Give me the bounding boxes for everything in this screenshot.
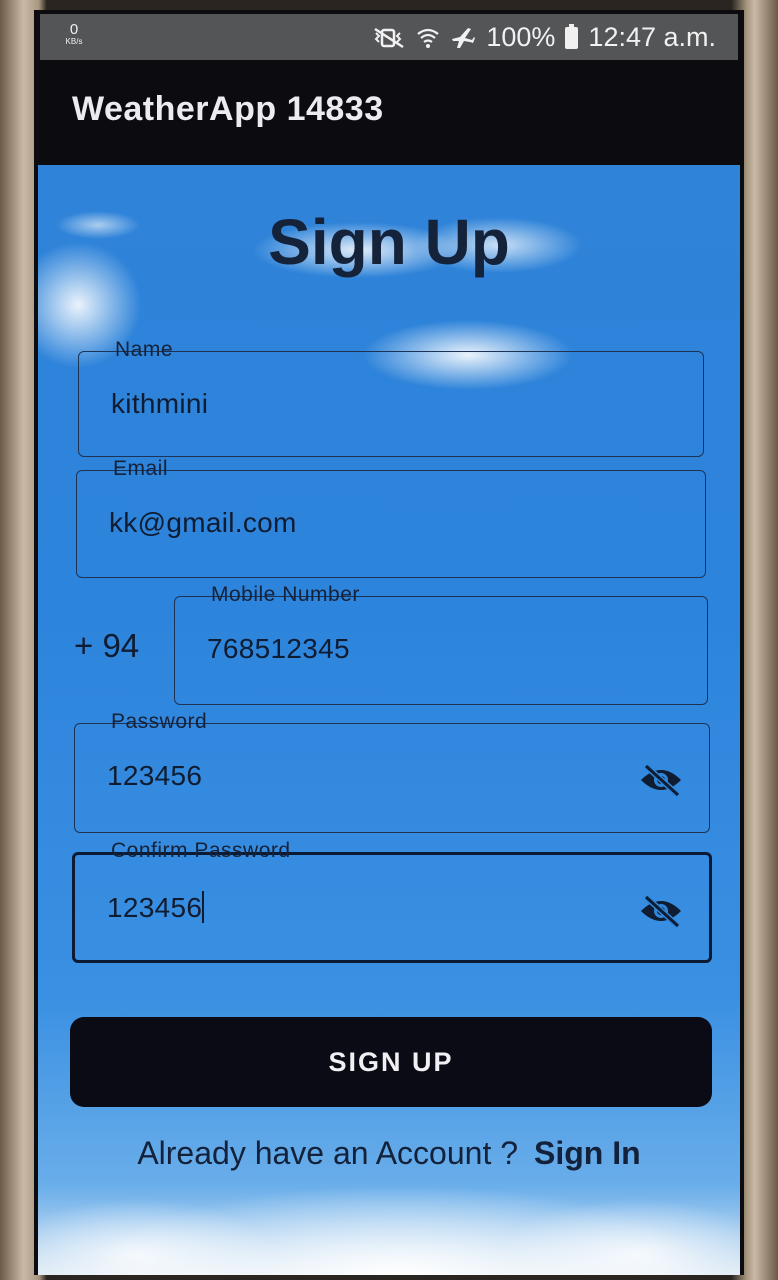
sign-in-link[interactable]: Sign In	[534, 1135, 641, 1171]
mobile-number-field-label: Mobile Number	[211, 583, 360, 606]
confirm-password-field[interactable]: Confirm Password 123456	[72, 839, 712, 963]
app-title: WeatherApp 14833	[72, 90, 384, 128]
signup-screen: Sign Up Name kithmini Email kk@gmail.com…	[38, 165, 740, 1275]
status-bar: 0 KB/s 100% 12:47 a.m.	[40, 14, 738, 60]
mute-vibrate-icon	[372, 27, 406, 49]
password-field[interactable]: Password 123456	[74, 710, 710, 833]
name-field-label: Name	[115, 338, 174, 361]
email-field-label: Email	[113, 457, 169, 480]
status-time: 12:47 a.m.	[588, 22, 716, 52]
name-field[interactable]: Name kithmini	[78, 338, 704, 457]
battery-percent: 100%	[486, 22, 556, 52]
network-speed: 0 KB/s	[60, 22, 88, 46]
device-screen: 0 KB/s 100% 12:47 a.m. WeatherApp 14833 …	[34, 10, 744, 1275]
name-input[interactable]: kithmini	[111, 388, 208, 420]
email-field[interactable]: Email kk@gmail.com	[76, 457, 706, 578]
email-input[interactable]: kk@gmail.com	[109, 507, 297, 539]
sign-in-prompt-text: Already have an Account ?	[137, 1135, 519, 1171]
confirm-password-field-label: Confirm Password	[111, 839, 291, 862]
phone-frame: 0 KB/s 100% 12:47 a.m. WeatherApp 14833 …	[0, 0, 778, 1280]
network-speed-value: 0	[69, 21, 79, 38]
password-input[interactable]: 123456	[107, 760, 202, 792]
wifi-icon	[416, 27, 440, 49]
sign-up-button[interactable]: SIGN UP	[70, 1017, 712, 1107]
mobile-number-field[interactable]: Mobile Number 768512345	[174, 583, 708, 705]
password-field-label: Password	[111, 710, 208, 733]
eye-off-icon[interactable]	[637, 891, 685, 931]
text-caret	[202, 891, 205, 923]
airplane-mode-icon	[450, 26, 476, 50]
confirm-password-value: 123456	[107, 892, 203, 923]
mobile-number-input[interactable]: 768512345	[207, 633, 350, 665]
eye-off-icon[interactable]	[637, 760, 685, 800]
network-speed-unit: KB/s	[65, 37, 83, 46]
status-icons: 100% 12:47 a.m.	[372, 22, 716, 53]
page-title: Sign Up	[268, 206, 510, 278]
confirm-password-input[interactable]: 123456	[107, 891, 205, 924]
country-code: + 94	[74, 627, 140, 664]
app-bar: WeatherApp 14833	[34, 60, 744, 163]
sign-in-prompt: Already have an Account ? Sign In	[38, 1135, 740, 1172]
battery-icon	[565, 23, 579, 49]
